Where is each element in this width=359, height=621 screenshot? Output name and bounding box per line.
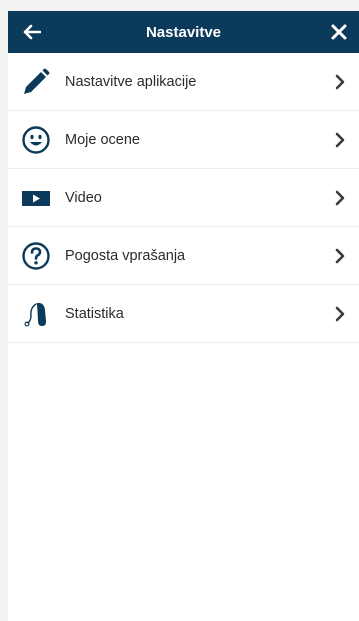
menu-item-video[interactable]: Video — [8, 169, 359, 227]
chevron-right-icon — [335, 190, 345, 205]
back-button[interactable] — [12, 11, 52, 53]
menu-item-app-settings[interactable]: Nastavitve aplikacije — [8, 53, 359, 111]
menu-item-statistics[interactable]: Statistika — [8, 285, 359, 343]
menu-item-label: Pogosta vprašanja — [65, 247, 186, 264]
hearing-aid-icon — [20, 298, 52, 330]
chevron-right-icon — [335, 132, 345, 147]
question-circle-icon — [20, 240, 52, 272]
app-header: Nastavitve — [8, 11, 359, 53]
settings-menu: Nastavitve aplikacije Moje ocene Video P… — [8, 53, 359, 343]
menu-item-label: Moje ocene — [65, 131, 140, 148]
menu-item-faq[interactable]: Pogosta vprašanja — [8, 227, 359, 285]
chevron-right-icon — [335, 306, 345, 321]
page-title: Nastavitve — [145, 24, 222, 41]
menu-item-label: Statistika — [65, 305, 124, 322]
pencil-icon — [20, 66, 52, 98]
smiley-icon — [20, 124, 52, 156]
arrow-left-icon — [23, 24, 41, 40]
close-icon — [331, 24, 347, 40]
close-button[interactable] — [319, 11, 359, 53]
settings-screen: Nastavitve Nastavitve aplikacije Moje oc… — [8, 11, 359, 621]
menu-item-my-ratings[interactable]: Moje ocene — [8, 111, 359, 169]
chevron-right-icon — [335, 74, 345, 89]
video-play-icon — [20, 182, 52, 214]
menu-item-label: Video — [65, 189, 102, 206]
menu-item-label: Nastavitve aplikacije — [65, 73, 197, 90]
chevron-right-icon — [335, 248, 345, 263]
